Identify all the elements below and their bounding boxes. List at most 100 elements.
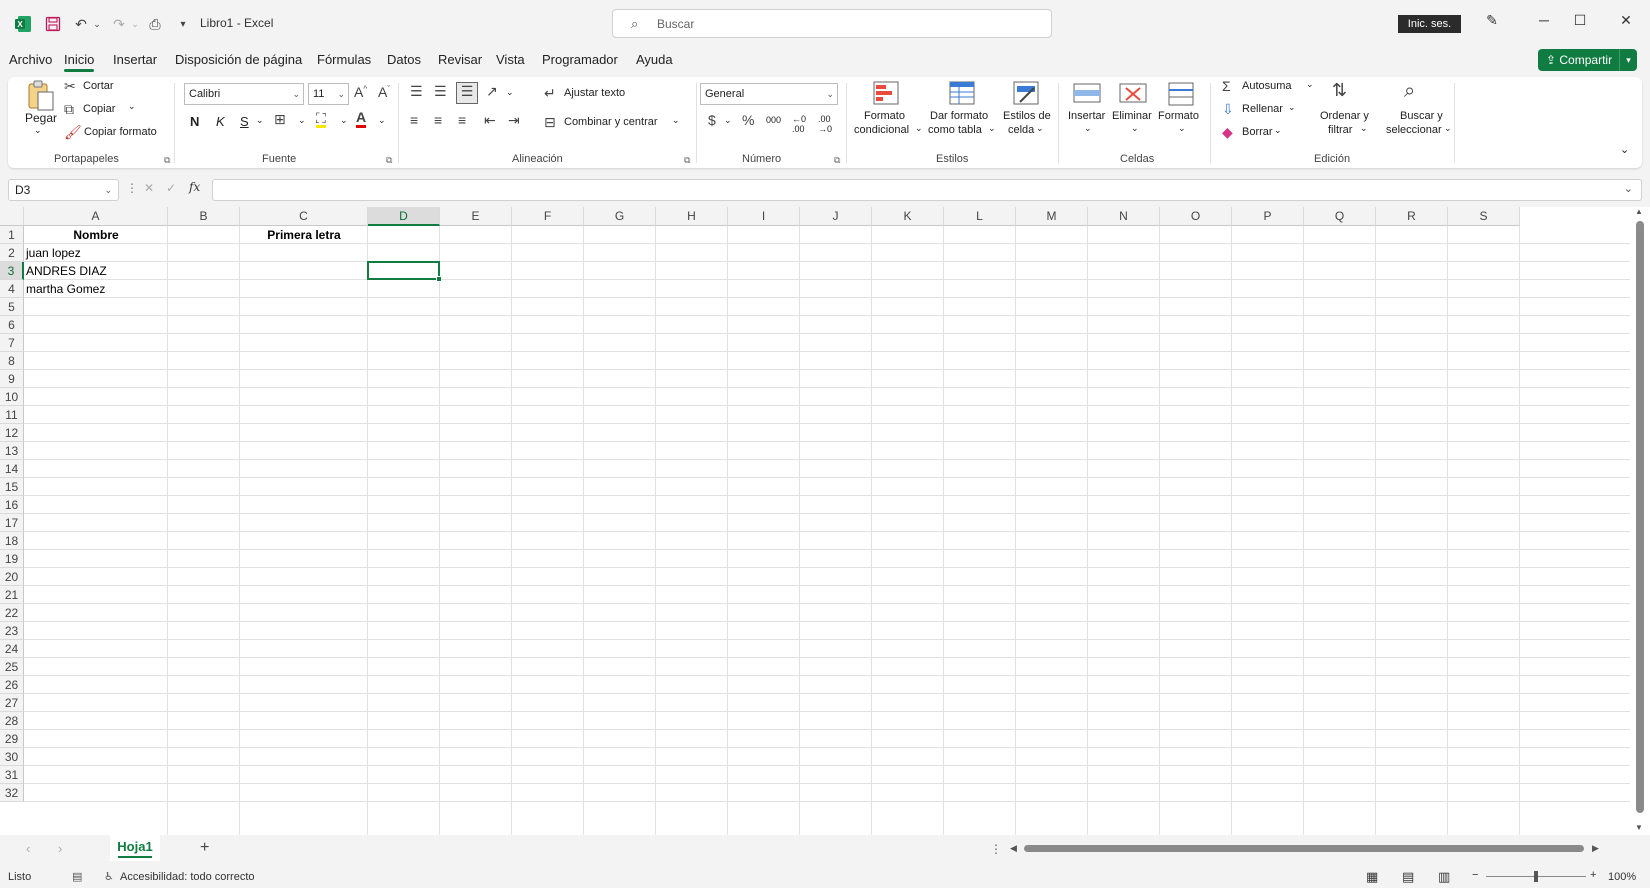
format-cells-button[interactable]: Formato xyxy=(1158,110,1199,122)
row-header-13[interactable]: 13 xyxy=(0,442,24,460)
align-right-icon[interactable]: ≡ xyxy=(458,112,466,128)
delete-dropdown-icon[interactable]: ⌄ xyxy=(1131,123,1139,134)
row-header-15[interactable]: 15 xyxy=(0,478,24,496)
row-header-21[interactable]: 21 xyxy=(0,586,24,604)
row-header-24[interactable]: 24 xyxy=(0,640,24,658)
column-header-j[interactable]: J xyxy=(800,207,872,226)
font-color-icon[interactable]: A xyxy=(356,110,367,128)
close-icon[interactable]: ✕ xyxy=(1614,12,1638,34)
column-header-n[interactable]: N xyxy=(1088,207,1160,226)
merge-center-button[interactable]: Combinar y centrar xyxy=(564,116,658,128)
insert-cells-icon[interactable] xyxy=(1072,80,1102,110)
autosum-dropdown-icon[interactable]: ⌄ xyxy=(1306,79,1314,90)
active-cell-d3[interactable] xyxy=(367,261,442,282)
currency-dropdown-icon[interactable]: ⌄ xyxy=(724,115,732,126)
name-box[interactable]: D3 ⌄ xyxy=(8,179,119,201)
wrap-text-button[interactable]: Ajustar texto xyxy=(564,87,625,99)
align-center-icon[interactable]: ≡ xyxy=(434,112,442,128)
cell-a1[interactable]: Nombre xyxy=(26,226,166,244)
formula-input[interactable]: ⌄ xyxy=(212,179,1642,201)
row-header-2[interactable]: 2 xyxy=(0,244,24,262)
collapse-ribbon-icon[interactable]: ⌄ xyxy=(1620,143,1629,156)
copy-dropdown-icon[interactable]: ⌄ xyxy=(128,101,136,112)
sign-in-button[interactable]: Inic. ses. xyxy=(1398,15,1461,33)
sort-filter-icon[interactable]: ⇅ xyxy=(1332,80,1347,101)
column-header-g[interactable]: G xyxy=(584,207,656,226)
row-header-14[interactable]: 14 xyxy=(0,460,24,478)
conditional-format-label-2[interactable]: condicional xyxy=(854,124,909,136)
save-icon[interactable] xyxy=(42,13,64,35)
row-header-25[interactable]: 25 xyxy=(0,658,24,676)
tab-datos[interactable]: Datos xyxy=(387,52,421,67)
format-dropdown-icon[interactable]: ⌄ xyxy=(1178,123,1186,134)
search-input[interactable]: ⌕ Buscar xyxy=(612,9,1052,38)
cell-styles-label-2[interactable]: celda xyxy=(1008,124,1034,136)
format-as-table-icon[interactable] xyxy=(948,80,978,110)
number-launcher-icon[interactable]: ⧉ xyxy=(834,155,840,166)
column-header-f[interactable]: F xyxy=(512,207,584,226)
orientation-dropdown-icon[interactable]: ⌄ xyxy=(506,87,514,98)
align-left-icon[interactable]: ≡ xyxy=(410,112,418,128)
conditional-format-icon[interactable] xyxy=(872,80,902,110)
accessibility-icon[interactable]: ♿ xyxy=(104,870,114,883)
conditional-format-dropdown-icon[interactable]: ⌄ xyxy=(915,123,923,134)
tab-insertar[interactable]: Insertar xyxy=(113,52,157,67)
tab-formulas[interactable]: Fórmulas xyxy=(317,52,371,67)
merge-center-icon[interactable]: ⊟ xyxy=(544,114,556,131)
select-all-corner[interactable] xyxy=(0,207,24,226)
borders-icon[interactable]: ⊞ xyxy=(274,111,286,128)
row-header-30[interactable]: 30 xyxy=(0,748,24,766)
paste-icon[interactable] xyxy=(26,80,56,111)
decrease-decimal-icon[interactable]: .00 →0 xyxy=(818,114,832,134)
font-name-select[interactable]: Calibri ⌄ xyxy=(184,83,304,105)
column-header-h[interactable]: H xyxy=(656,207,728,226)
scroll-down-icon[interactable]: ▼ xyxy=(1635,823,1643,832)
insert-cells-button[interactable]: Insertar xyxy=(1068,110,1105,122)
row-header-17[interactable]: 17 xyxy=(0,514,24,532)
align-bottom-icon[interactable]: ☰ xyxy=(456,82,478,104)
cell-a4[interactable]: martha Gomez xyxy=(26,280,166,298)
row-header-4[interactable]: 4 xyxy=(0,280,24,298)
tab-archivo[interactable]: Archivo xyxy=(9,52,52,67)
zoom-level[interactable]: 100% xyxy=(1608,871,1636,883)
delete-cells-icon[interactable] xyxy=(1118,80,1148,110)
orientation-icon[interactable]: ↗ xyxy=(486,83,498,100)
tab-programador[interactable]: Programador xyxy=(542,52,618,67)
borders-dropdown-icon[interactable]: ⌄ xyxy=(298,115,306,126)
find-select-label-2[interactable]: seleccionar xyxy=(1386,124,1442,136)
column-header-i[interactable]: I xyxy=(728,207,800,226)
minimize-icon[interactable]: ─ xyxy=(1532,12,1556,34)
find-select-dropdown-icon[interactable]: ⌄ xyxy=(1444,123,1452,134)
vertical-scrollbar[interactable]: ▲ ▼ xyxy=(1630,207,1650,835)
clipboard-launcher-icon[interactable]: ⧉ xyxy=(164,155,170,166)
tab-ayuda[interactable]: Ayuda xyxy=(636,52,673,67)
align-top-icon[interactable]: ☰ xyxy=(410,83,423,100)
column-header-r[interactable]: R xyxy=(1376,207,1448,226)
align-middle-icon[interactable]: ☰ xyxy=(434,83,447,100)
copy-button[interactable]: Copiar xyxy=(83,103,115,115)
increase-font-icon[interactable]: A^ xyxy=(354,84,367,100)
row-header-8[interactable]: 8 xyxy=(0,352,24,370)
scroll-right-icon[interactable]: ▶ xyxy=(1592,843,1599,854)
row-header-31[interactable]: 31 xyxy=(0,766,24,784)
cell-a3[interactable]: ANDRES DIAZ xyxy=(26,262,166,280)
customize-toolbar-icon[interactable]: ▾ xyxy=(172,13,194,35)
more-options-icon[interactable]: ⋮ xyxy=(126,181,138,195)
column-header-s[interactable]: S xyxy=(1448,207,1520,226)
expand-formula-icon[interactable]: ⌄ xyxy=(1624,182,1633,195)
row-header-16[interactable]: 16 xyxy=(0,496,24,514)
row-header-29[interactable]: 29 xyxy=(0,730,24,748)
thousands-icon[interactable]: 000 xyxy=(766,115,781,125)
macro-record-icon[interactable]: ▤ xyxy=(72,870,82,883)
autosum-icon[interactable]: Σ xyxy=(1222,78,1231,94)
zoom-slider-thumb[interactable] xyxy=(1534,871,1538,882)
fill-color-dropdown-icon[interactable]: ⌄ xyxy=(340,115,348,126)
underline-dropdown-icon[interactable]: ⌄ xyxy=(256,115,264,126)
row-header-6[interactable]: 6 xyxy=(0,316,24,334)
column-header-b[interactable]: B xyxy=(168,207,240,226)
format-painter-icon[interactable]: 🖌 xyxy=(64,124,82,141)
row-header-1[interactable]: 1 xyxy=(0,226,24,244)
insert-function-icon[interactable]: fx xyxy=(189,180,200,194)
page-layout-view-icon[interactable]: ▤ xyxy=(1402,869,1414,885)
cell-styles-label-1[interactable]: Estilos de xyxy=(1003,110,1051,122)
